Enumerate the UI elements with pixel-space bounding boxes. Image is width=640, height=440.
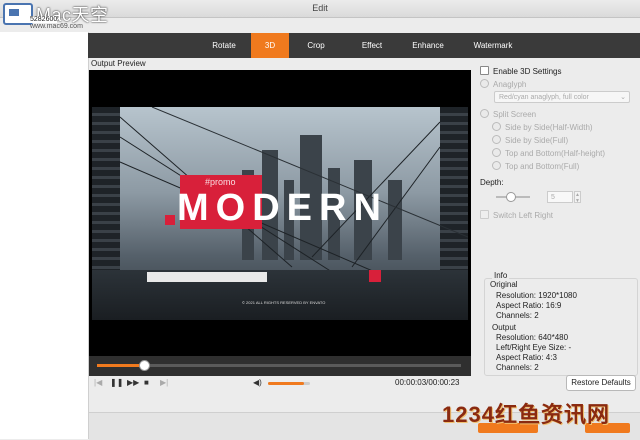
enable-3d-checkbox[interactable]: Enable 3D Settings [480, 66, 562, 76]
timeline-slider[interactable] [89, 356, 471, 376]
volume-level [268, 382, 304, 385]
timeline-track [97, 364, 461, 367]
tab-bar: Rotate 3D Crop Effect Enhance Watermark [88, 33, 640, 58]
split-option-label: Side by Side(Half-Width) [505, 123, 593, 132]
red-square [369, 270, 381, 282]
watermark-url: www.mac69.com [30, 23, 83, 30]
enable-3d-label: Enable 3D Settings [493, 67, 562, 76]
radio-icon [492, 148, 501, 157]
chevron-down-icon: ⌄ [620, 94, 626, 101]
timeline-progress [97, 364, 145, 367]
info-title: Info [492, 271, 510, 280]
output-aspect: Aspect Ratio: 4:3 [496, 353, 557, 362]
split-screen-label: Split Screen [493, 110, 537, 119]
watermark-logo: Mac天空 5282600 www.mac69.com [0, 0, 135, 32]
player-controls: |◀ ❚❚ ▶▶ ■ ▶| ◀) 00:00:03/00:00:23 [89, 376, 471, 390]
radio-icon [492, 161, 501, 170]
watermark-bottom: 1234红鱼资讯网 [442, 402, 610, 427]
video-headline: MODERN [177, 187, 388, 229]
depth-stepper[interactable]: ▲ ▼ [574, 191, 581, 204]
output-channels: Channels: 2 [496, 363, 539, 372]
tab-enhance[interactable]: Enhance [406, 33, 450, 58]
split-option-half-width[interactable]: Side by Side(Half-Width) [492, 122, 593, 132]
original-resolution: Resolution: 1920*1080 [496, 291, 577, 300]
pause-icon[interactable]: ❚❚ [110, 378, 123, 387]
white-bar [147, 272, 267, 282]
stop-icon[interactable]: ■ [144, 378, 149, 387]
switch-left-right-checkbox[interactable]: Switch Left Right [480, 210, 553, 220]
split-option-top-bottom-full[interactable]: Top and Bottom(Full) [492, 161, 579, 171]
fast-forward-icon[interactable]: ▶▶ [127, 378, 139, 387]
timecode: 00:00:03/00:00:23 [395, 378, 460, 387]
video-frame: #promo MODERN © 2021 ALL RIGHTS RESERVED… [92, 107, 468, 320]
tab-effect[interactable]: Effect [350, 33, 394, 58]
output-eye-size: Left/Right Eye Size: - [496, 343, 572, 352]
output-heading: Output [492, 323, 517, 332]
radio-icon [480, 79, 489, 88]
volume-icon[interactable]: ◀) [253, 378, 262, 387]
original-aspect: Aspect Ratio: 16:9 [496, 301, 562, 310]
anaglyph-select-value: Red/cyan anaglyph, full color [499, 94, 589, 101]
timeline-knob[interactable] [139, 360, 151, 371]
radio-icon [492, 135, 501, 144]
anaglyph-select[interactable]: Red/cyan anaglyph, full color ⌄ [494, 91, 630, 103]
tab-3d[interactable]: 3D [251, 33, 289, 58]
tab-rotate[interactable]: Rotate [201, 33, 247, 58]
anaglyph-label: Anaglyph [493, 80, 527, 89]
checkbox-icon [480, 210, 489, 219]
split-option-label: Side by Side(Full) [505, 136, 569, 145]
depth-input[interactable]: 5 [547, 191, 573, 203]
skip-forward-icon[interactable]: ▶| [160, 378, 168, 387]
left-pane [0, 32, 89, 439]
depth-label: Depth: [480, 178, 504, 187]
original-heading: Original [490, 280, 518, 289]
split-option-half-height[interactable]: Top and Bottom(Half-height) [492, 148, 605, 158]
skip-back-icon[interactable]: |◀ [94, 378, 102, 387]
watermark-number: 5282600 [30, 16, 58, 23]
promo-text: #promo [205, 177, 236, 187]
depth-slider-knob[interactable] [505, 192, 516, 202]
settings-panel: Enable 3D Settings Anaglyph Red/cyan ana… [474, 60, 640, 391]
tab-crop[interactable]: Crop [296, 33, 336, 58]
video-preview: #promo MODERN © 2021 ALL RIGHTS RESERVED… [89, 70, 471, 356]
monitor-icon [3, 3, 33, 25]
radio-icon [492, 122, 501, 131]
output-resolution: Resolution: 640*480 [496, 333, 569, 342]
tab-watermark[interactable]: Watermark [468, 33, 518, 58]
split-option-full[interactable]: Side by Side(Full) [492, 135, 568, 145]
split-option-label: Top and Bottom(Full) [505, 162, 580, 171]
anaglyph-radio[interactable]: Anaglyph [480, 79, 526, 89]
red-square [165, 215, 175, 225]
radio-icon [480, 109, 489, 118]
checkbox-icon [480, 66, 489, 75]
output-preview-label: Output Preview [91, 59, 146, 68]
original-channels: Channels: 2 [496, 311, 539, 320]
split-screen-radio[interactable]: Split Screen [480, 109, 536, 119]
video-tagline: © 2021 ALL RIGHTS RESERVED BY ENVATO [242, 300, 326, 305]
restore-defaults-button[interactable]: Restore Defaults [566, 375, 636, 391]
split-option-label: Top and Bottom(Half-height) [505, 149, 606, 158]
switch-left-right-label: Switch Left Right [493, 211, 554, 220]
